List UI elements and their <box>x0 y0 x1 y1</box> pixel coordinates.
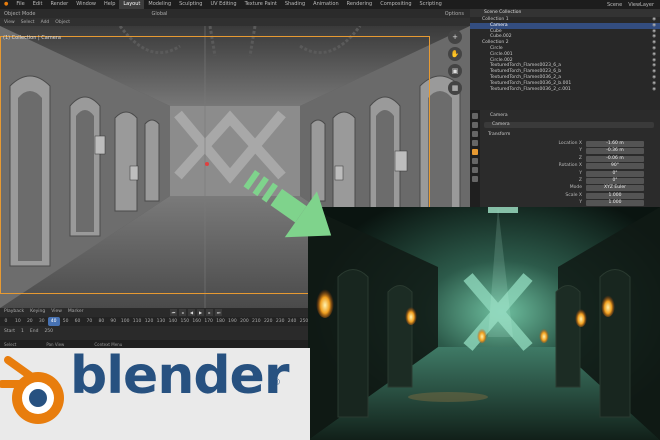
registered-mark: ® <box>272 378 281 388</box>
blender-logo-icon <box>0 356 64 424</box>
blender-wordmark: blender <box>70 346 289 406</box>
